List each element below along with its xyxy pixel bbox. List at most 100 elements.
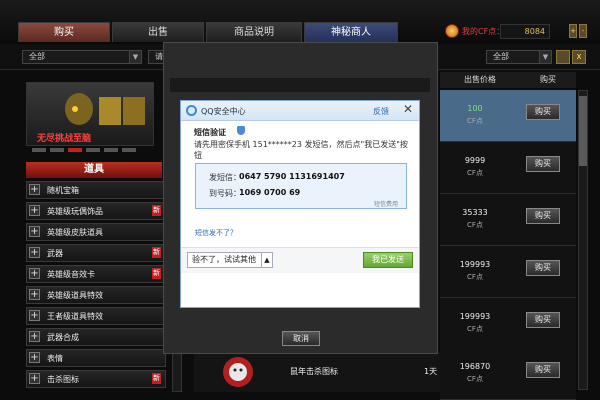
- category-label: 随机宝箱: [47, 186, 79, 195]
- filter-toggle-button[interactable]: [556, 50, 570, 64]
- column-buy: 购买: [520, 72, 576, 88]
- category-item[interactable]: + 王者级道具特效: [26, 307, 166, 325]
- close-icon[interactable]: ✕: [403, 102, 413, 116]
- add-cf-button[interactable]: +: [569, 24, 577, 38]
- tab-item-description[interactable]: 商品说明: [206, 22, 302, 42]
- new-badge: 新: [152, 205, 161, 216]
- new-badge: 新: [152, 373, 161, 384]
- search-select-value: 请: [155, 52, 163, 61]
- send-content: 0647 5790 1131691407: [239, 172, 345, 181]
- promo-banner[interactable]: 无尽挑战至脑: [26, 82, 154, 146]
- plus-icon: +: [29, 373, 40, 384]
- buy-button[interactable]: 购买: [526, 260, 560, 276]
- row-price: 196870: [459, 362, 491, 371]
- category-label: 击杀图标: [47, 375, 79, 384]
- category-label: 武器合成: [47, 333, 79, 342]
- category-label: 英雄级音效卡: [47, 270, 95, 279]
- category-label: 王者级道具特效: [47, 312, 103, 321]
- category-item[interactable]: + 英雄级皮肤道具: [26, 223, 166, 241]
- dialog-title: QQ安全中心: [201, 107, 246, 116]
- category-item[interactable]: + 英雄级玩偶饰品 新: [26, 202, 166, 220]
- scrollbar-thumb[interactable]: [579, 96, 587, 166]
- close-filter-button[interactable]: X: [572, 50, 586, 64]
- buy-button[interactable]: 购买: [526, 208, 560, 224]
- category-label: 英雄级道具特效: [47, 291, 103, 300]
- market-row[interactable]: 199993 CF点 购买: [440, 246, 576, 298]
- tab-sell[interactable]: 出售: [112, 22, 204, 42]
- chevron-down-icon: ▼: [539, 51, 551, 63]
- pager-dot[interactable]: [50, 148, 64, 152]
- pager-dot[interactable]: [68, 148, 82, 152]
- plus-icon: +: [29, 310, 40, 321]
- buy-button[interactable]: 购买: [526, 312, 560, 328]
- chevron-up-icon: ▲: [261, 253, 272, 267]
- feedback-link[interactable]: 反馈: [373, 106, 389, 117]
- send-label: 发短信：: [209, 173, 241, 182]
- type-select[interactable]: 全部 ▼: [486, 50, 552, 64]
- category-item[interactable]: + 随机宝箱: [26, 181, 166, 199]
- category-item[interactable]: + 击杀图标 新: [26, 370, 166, 388]
- row-unit: CF点: [467, 117, 483, 125]
- cancel-button[interactable]: 取消: [282, 331, 320, 346]
- category-label: 武器: [47, 249, 63, 258]
- pager-dot[interactable]: [32, 148, 46, 152]
- buy-button[interactable]: 购买: [526, 104, 560, 120]
- cf-points-value: 8084: [500, 24, 550, 39]
- new-badge: 新: [152, 247, 161, 258]
- market-item-row[interactable]: 鼠年击杀图标 1天: [194, 352, 440, 392]
- category-item[interactable]: + 武器合成: [26, 328, 166, 346]
- category-item[interactable]: + 英雄级音效卡 新: [26, 265, 166, 283]
- category-header: 道具: [26, 162, 162, 178]
- market-row[interactable]: 100 CF点 购买: [440, 90, 576, 142]
- row-price: 199993: [459, 260, 491, 269]
- category-select[interactable]: 全部 ▼: [22, 50, 142, 64]
- to-label: 到号码：: [209, 189, 241, 198]
- to-number: 1069 0700 69: [239, 188, 301, 197]
- section-label: 短信验证: [194, 128, 226, 137]
- item-name: 鼠年击杀图标: [290, 367, 338, 376]
- category-label: 英雄级皮肤道具: [47, 228, 103, 237]
- dialog-footer: 验不了，试试其他 ▲ 我已发送: [181, 247, 419, 273]
- buy-button[interactable]: 购买: [526, 156, 560, 172]
- minus-cf-button[interactable]: -: [579, 24, 587, 38]
- overlay-header-strip: [170, 78, 430, 92]
- chevron-down-icon: ▼: [129, 51, 141, 63]
- column-price: 出售价格: [440, 72, 520, 88]
- row-price: 100: [467, 104, 483, 113]
- market-row[interactable]: 196870 CF点 购买: [440, 348, 576, 400]
- plus-icon: +: [29, 205, 40, 216]
- buy-button[interactable]: 购买: [526, 362, 560, 378]
- rat-kill-icon: [223, 357, 253, 387]
- new-badge: 新: [152, 268, 161, 279]
- qq-sms-dialog: QQ安全中心 反馈 ✕ 短信验证 请先用密保手机 151******23 发短信…: [180, 100, 420, 308]
- plus-icon: +: [29, 331, 40, 342]
- tab-mystic-merchant[interactable]: 神秘商人: [304, 22, 398, 42]
- qq-security-icon: [186, 105, 197, 116]
- market-row[interactable]: 35333 CF点 购买: [440, 194, 576, 246]
- dialog-titlebar: QQ安全中心 反馈 ✕: [181, 101, 419, 121]
- pager-dot[interactable]: [86, 148, 100, 152]
- category-label: 表情: [47, 354, 63, 363]
- category-select-value: 全部: [29, 52, 45, 61]
- cf-coin-icon: [445, 24, 459, 38]
- search-select[interactable]: 请: [148, 50, 164, 64]
- market-row[interactable]: 199993 CF点 购买: [440, 298, 576, 350]
- pager-dot[interactable]: [122, 148, 136, 152]
- sms-help-link[interactable]: 短信发不了？: [195, 228, 237, 238]
- market-row[interactable]: 9999 CF点 购买: [440, 142, 576, 194]
- category-item[interactable]: + 武器 新: [26, 244, 166, 262]
- sms-info-box: 发短信： 0647 5790 1131691407 到号码： 1069 0700…: [195, 163, 407, 209]
- row-unit: CF点: [467, 169, 483, 177]
- plus-icon: +: [29, 268, 40, 279]
- shield-icon: [237, 126, 245, 135]
- row-price: 9999: [464, 156, 486, 165]
- plus-icon: +: [29, 247, 40, 258]
- pager-dot[interactable]: [104, 148, 118, 152]
- plus-icon: +: [29, 289, 40, 300]
- tab-buy[interactable]: 购买: [18, 22, 110, 42]
- other-method-button[interactable]: 验不了，试试其他 ▲: [187, 252, 273, 268]
- category-item[interactable]: + 表情: [26, 349, 166, 367]
- sent-button[interactable]: 我已发送: [363, 252, 413, 268]
- row-unit: CF点: [467, 273, 483, 281]
- category-item[interactable]: + 英雄级道具特效: [26, 286, 166, 304]
